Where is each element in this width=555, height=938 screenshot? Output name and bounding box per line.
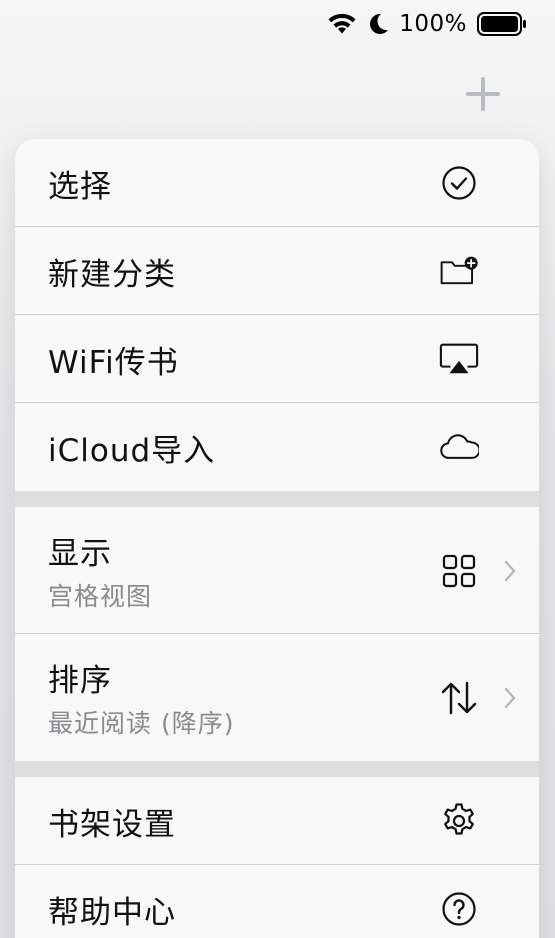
menu-item-label: 显示 bbox=[48, 536, 112, 572]
menu-item-icloud-import[interactable]: iCloud导入 bbox=[15, 403, 539, 491]
chevron-right-icon bbox=[503, 559, 517, 583]
menu-item-label: 选择 bbox=[48, 168, 112, 205]
menu-item-label: WiFi传书 bbox=[48, 344, 179, 381]
plus-icon bbox=[466, 77, 500, 111]
menu-item-label: 排序 bbox=[48, 663, 112, 699]
menu-item-display[interactable]: 显示 宫格视图 bbox=[15, 507, 539, 634]
help-circle-icon bbox=[439, 889, 479, 929]
menu-item-label: 帮助中心 bbox=[48, 894, 176, 931]
battery-icon bbox=[477, 12, 527, 36]
gear-icon bbox=[439, 801, 479, 841]
menu-item-help-center[interactable]: 帮助中心 bbox=[15, 865, 539, 938]
menu-item-sublabel: 宫格视图 bbox=[48, 582, 153, 611]
menu-item-text: 排序 最近阅读 (降序) bbox=[48, 655, 234, 740]
menu-item-label: iCloud导入 bbox=[48, 432, 216, 469]
add-button[interactable] bbox=[463, 74, 503, 114]
menu-item-sort[interactable]: 排序 最近阅读 (降序) bbox=[15, 634, 539, 761]
menu-item-new-category[interactable]: 新建分类 bbox=[15, 227, 539, 315]
menu-item-label: 书架设置 bbox=[48, 806, 176, 843]
folder-add-icon bbox=[439, 251, 479, 291]
chevron-right-icon bbox=[503, 686, 517, 710]
menu-item-wifi-transfer[interactable]: WiFi传书 bbox=[15, 315, 539, 403]
menu-item-label: 新建分类 bbox=[48, 256, 176, 293]
menu-item-sublabel: 最近阅读 (降序) bbox=[48, 709, 235, 738]
moon-icon bbox=[367, 12, 389, 36]
action-menu: 选择 新建分类 WiFi传书 iCloud导入 显示 宫格视图 排序 最近阅读 … bbox=[15, 139, 539, 938]
airplay-icon bbox=[439, 339, 479, 379]
cloud-icon bbox=[439, 427, 479, 467]
group-divider bbox=[15, 761, 539, 777]
screen: 100% 选择 新建分类 WiFi传书 iCloud导入 显示 宫格视图 排序 … bbox=[0, 0, 555, 938]
menu-item-shelf-settings[interactable]: 书架设置 bbox=[15, 777, 539, 865]
checkmark-circle-icon bbox=[439, 163, 479, 203]
battery-percent: 100% bbox=[399, 11, 467, 37]
status-bar: 100% bbox=[327, 8, 527, 40]
grid-icon bbox=[439, 551, 479, 591]
group-divider bbox=[15, 491, 539, 507]
menu-item-select[interactable]: 选择 bbox=[15, 139, 539, 227]
wifi-icon bbox=[327, 12, 357, 36]
menu-item-text: 显示 宫格视图 bbox=[48, 528, 152, 613]
sort-arrows-icon bbox=[439, 678, 479, 718]
